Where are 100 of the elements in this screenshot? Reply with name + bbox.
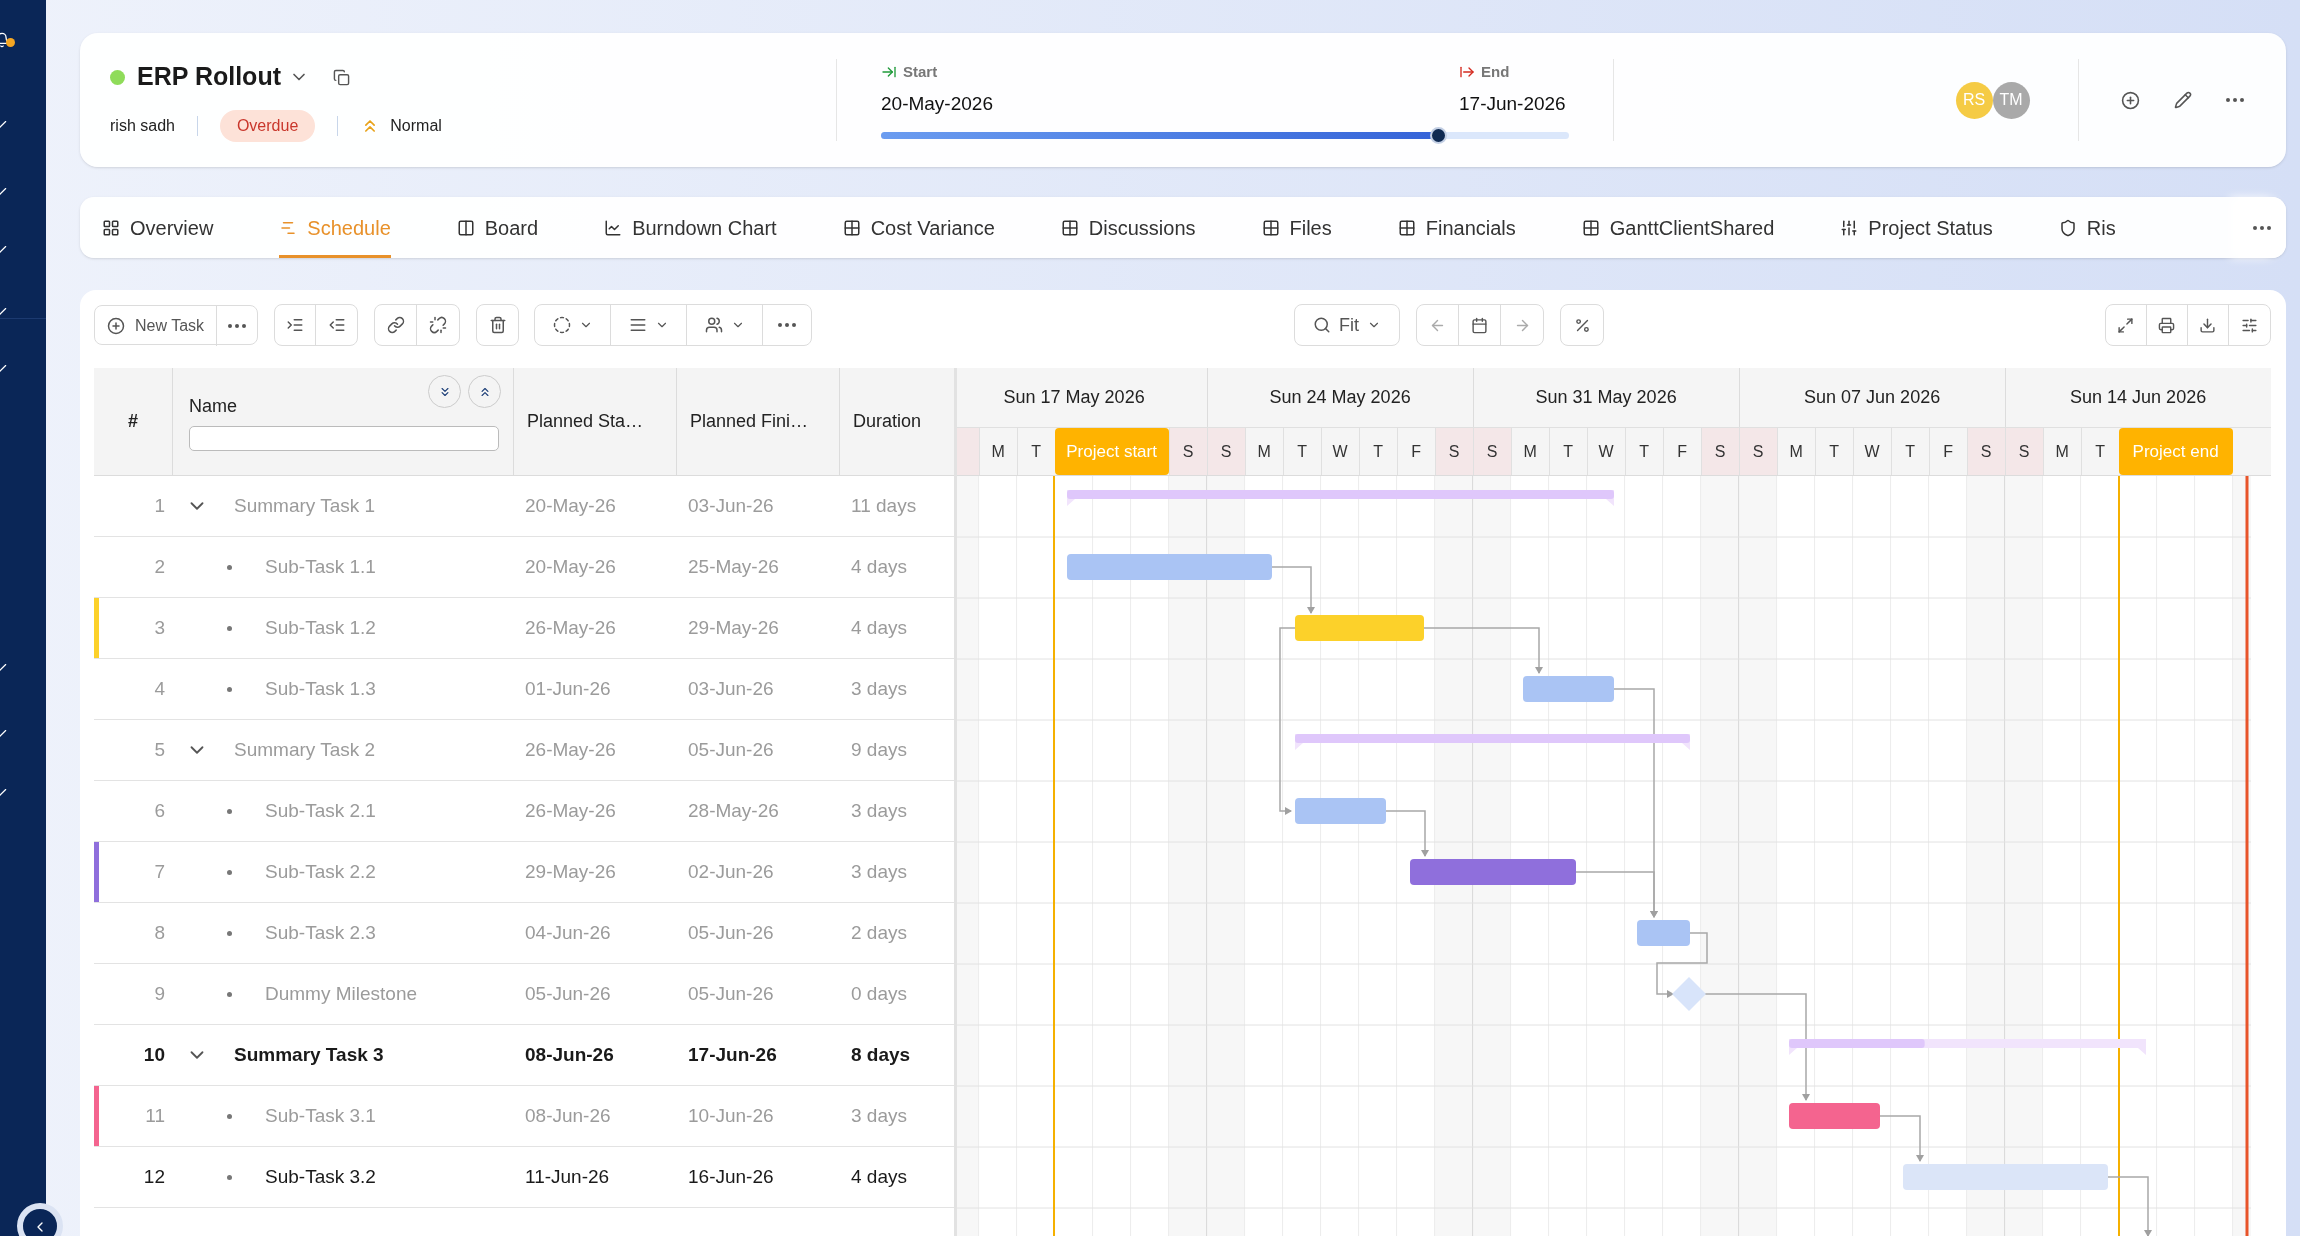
tab[interactable]: Overview	[102, 197, 214, 258]
columns-icon	[456, 218, 475, 237]
day-header: T	[1624, 428, 1663, 475]
tab[interactable]: Burndown Chart	[604, 197, 777, 258]
column-header: Planned Fini…	[677, 368, 840, 475]
task-name: Dummy Milestone	[265, 981, 418, 1006]
bullet-icon	[227, 869, 232, 875]
outdent-icon	[327, 316, 346, 334]
end-label: End	[1481, 62, 1510, 82]
tab[interactable]: Board	[456, 197, 539, 258]
finish-date-cell-text: 03-Jun-26	[687, 676, 775, 701]
duration-cell-text: 3 days	[850, 1103, 907, 1128]
week-header: Sun 31 May 2026	[1472, 368, 1739, 427]
bullet-icon	[227, 625, 232, 631]
row-number: 7	[153, 859, 166, 884]
day-header: M	[1776, 428, 1815, 475]
duration-cell-text: 3 days	[850, 798, 907, 823]
trash-icon	[488, 316, 507, 334]
bullet-icon	[227, 930, 232, 936]
edit-icon[interactable]	[2173, 91, 2192, 109]
day-header: T	[1016, 428, 1055, 475]
day-header: M	[1510, 428, 1549, 475]
indent-icon	[286, 316, 305, 334]
day-header: T	[1548, 428, 1587, 475]
week-header: Sun 14 Jun 2026	[2004, 368, 2271, 427]
day-header: M	[2042, 428, 2081, 475]
tab[interactable]: Discussions	[1060, 197, 1196, 258]
tab[interactable]: Project Status	[1840, 197, 1993, 258]
duration-cell-text: 9 days	[850, 737, 907, 762]
name-filter-field[interactable]	[189, 425, 499, 451]
row-number: 8	[153, 920, 166, 945]
day-header: S	[1472, 428, 1511, 475]
day-header: S	[1168, 428, 1207, 475]
tab[interactable]: Cost Variance	[842, 197, 995, 258]
tab[interactable]: Ris	[2058, 197, 2116, 258]
grid-icon	[842, 218, 861, 237]
day-header: W	[1320, 428, 1359, 475]
task-row[interactable]: 10 Summary Task 3 08-Jun-26 17-Jun-26 8 days	[94, 1025, 954, 1086]
tab[interactable]: Financials	[1397, 197, 1516, 258]
start-date-cell-text: 26-May-26	[524, 798, 617, 823]
finish-date-cell-text: 05-Jun-26	[687, 981, 775, 1006]
task-name: Sub-Task 1.1	[265, 554, 376, 579]
task-name: Sub-Task 2.2	[265, 859, 376, 884]
duration-cell-text: 8 days	[850, 1042, 911, 1067]
day-header: S	[1206, 428, 1245, 475]
row-number: 5	[153, 737, 166, 762]
project-marker: Project end	[2118, 428, 2233, 475]
row-number: 2	[153, 554, 166, 579]
bullet-icon	[227, 991, 232, 997]
dependency-arrow	[1879, 1115, 1924, 1162]
week-header: Sun 24 May 2026	[1206, 368, 1473, 427]
status-badge: Overdue	[219, 109, 316, 142]
finish-date-cell-text: 17-Jun-26	[687, 1042, 778, 1067]
task-row[interactable]: 12 Sub-Task 3.2 11-Jun-26 16-Jun-26 4 days	[94, 1147, 954, 1208]
zoom-dropdown[interactable]: Fit	[1295, 305, 1400, 345]
sliders-icon	[1840, 218, 1859, 237]
day-header: M	[978, 428, 1017, 475]
grid-icon	[1060, 218, 1079, 237]
bullet-icon	[227, 686, 232, 692]
day-header: F	[1396, 428, 1435, 475]
start-date-cell-text: 11-Jun-26	[524, 1164, 611, 1189]
dependency-arrow	[1385, 810, 1429, 857]
week-header: Sun 17 May 2026	[957, 368, 1207, 427]
duration-cell-text: 0 days	[850, 981, 907, 1006]
more-button[interactable]	[2225, 98, 2244, 102]
day-header: T	[1282, 428, 1321, 475]
tab[interactable]: Files	[1261, 197, 1332, 258]
progress-thumb[interactable]	[1430, 127, 1448, 144]
owner-name: rish sadh	[110, 115, 175, 136]
day-header: F	[1928, 428, 1967, 475]
dependency-arrow	[1271, 566, 1315, 614]
project-marker: Project start	[1054, 428, 1169, 475]
task-name: Summary Task 1	[234, 493, 376, 518]
end-date: 17-Jun-2026	[1459, 91, 1567, 116]
project-title: ERP Rollout	[137, 61, 281, 93]
start-date-cell-text: 26-May-26	[524, 737, 617, 762]
copy-icon[interactable]	[333, 68, 350, 86]
duration-cell-text: 11 days	[850, 493, 917, 518]
row-number: 11	[144, 1103, 166, 1128]
bullet-icon	[227, 564, 232, 570]
new-task-button[interactable]: New Task	[95, 306, 218, 346]
task-name: Sub-Task 3.2	[265, 1164, 376, 1189]
collapse-button[interactable]	[17, 1203, 63, 1236]
more-icon	[778, 323, 797, 327]
add-icon[interactable]	[2120, 90, 2140, 110]
users-icon	[704, 316, 723, 334]
add-icon	[107, 317, 125, 335]
task-name: Summary Task 2	[234, 737, 376, 762]
duration-cell-text: 4 days	[850, 1164, 907, 1189]
more-icon	[228, 324, 247, 328]
grid-icon	[1397, 218, 1416, 237]
calendar-icon	[1471, 316, 1489, 334]
row-number: 4	[153, 676, 166, 701]
tab[interactable]: GanttClientShared	[1581, 197, 1775, 258]
expand-icon	[2117, 316, 2135, 334]
finish-date-cell-text: 10-Jun-26	[687, 1103, 775, 1128]
duration-cell-text: 3 days	[850, 859, 907, 884]
finish-date-cell-text: 05-Jun-26	[687, 920, 775, 945]
start-date-cell-text: 20-May-26	[524, 493, 617, 518]
day-header: M	[1244, 428, 1283, 475]
